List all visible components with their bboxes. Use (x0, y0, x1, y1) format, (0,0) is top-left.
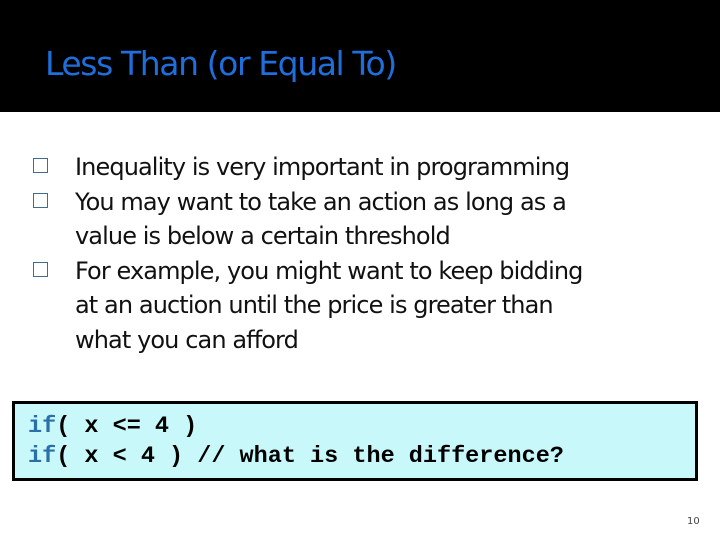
code-text: ( x <= 4 ) (56, 413, 198, 440)
bullet-item: Inequality is very important in programm… (30, 150, 710, 185)
bullet-text: For example, you might want to keep bidd… (75, 256, 583, 285)
code-keyword: if (28, 413, 57, 440)
code-line: if( x < 4 ) // what is the difference? (28, 442, 695, 472)
page-number: 10 (687, 516, 700, 527)
slide-title: Less Than (or Equal To) (45, 44, 397, 83)
code-text: ( x < 4 ) // what is the difference? (56, 443, 564, 470)
code-keyword: if (28, 443, 57, 470)
bullet-item: For example, you might want to keep bidd… (30, 254, 710, 358)
title-bar: Less Than (or Equal To) (0, 0, 720, 112)
square-bullet-icon (33, 261, 48, 277)
code-line: if( x <= 4 ) (28, 412, 695, 442)
bullet-list: Inequality is very important in programm… (30, 150, 710, 357)
code-block: if( x <= 4 ) if( x < 4 ) // what is the … (12, 401, 698, 481)
square-bullet-icon (33, 158, 48, 173)
bullet-text: Inequality is very important in programm… (75, 153, 570, 181)
bullet-text: You may want to take an action as long a… (75, 187, 567, 216)
bullet-text-continued: value is below a certain threshold (75, 222, 451, 250)
bullet-item: You may want to take an action as long a… (30, 185, 710, 254)
bullet-text-continued: at an auction until the price is greater… (75, 291, 554, 319)
square-bullet-icon (33, 192, 48, 208)
bullet-text-continued: what you can afford (75, 325, 299, 354)
